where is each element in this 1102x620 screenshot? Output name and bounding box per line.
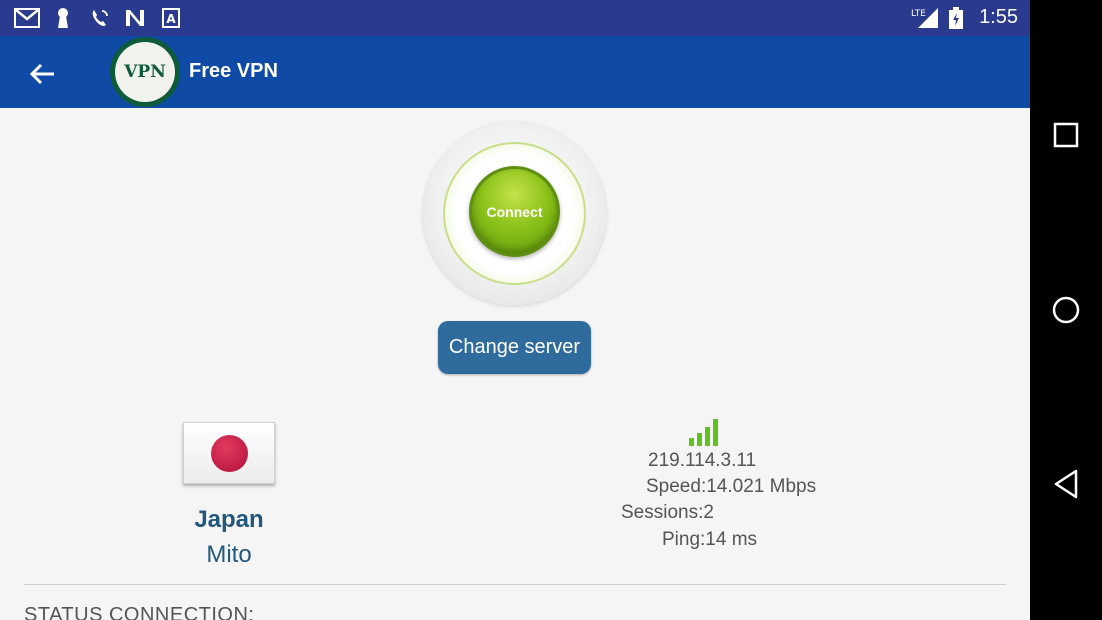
- home-button[interactable]: [1046, 290, 1086, 330]
- server-sessions: Sessions:2: [621, 502, 714, 523]
- a-icon: A: [162, 8, 180, 28]
- change-server-button[interactable]: Change server: [438, 321, 591, 374]
- app-bar: VPN Free VPN: [0, 36, 1030, 108]
- server-speed: Speed:14.021 Mbps: [646, 476, 817, 497]
- svg-text:LTE: LTE: [911, 9, 926, 19]
- country-name: Japan: [194, 506, 264, 533]
- gmail-icon: [14, 8, 40, 28]
- nav-back-button[interactable]: [1046, 464, 1086, 504]
- signal-strength-icon: [689, 418, 721, 446]
- connect-button[interactable]: Connect: [469, 166, 560, 257]
- arrow-back-icon: [29, 63, 54, 85]
- back-button[interactable]: [24, 56, 60, 92]
- server-ip: 219.114.3.11: [648, 450, 757, 471]
- svg-text:A: A: [166, 12, 176, 26]
- clock: 1:55: [979, 6, 1018, 28]
- back-icon: [1054, 469, 1078, 499]
- status-bar: A LTE 1:55: [0, 0, 1030, 36]
- battery-charging-icon: [949, 7, 963, 29]
- connect-ring: Connect: [443, 142, 586, 285]
- japan-flag-icon: [183, 422, 275, 484]
- connect-button-frame: Connect: [423, 122, 606, 305]
- wifi-calling-icon: [90, 8, 110, 28]
- logo-text: VPN: [115, 42, 175, 102]
- main-content: Connect Change server Japan Mito 219.114…: [0, 108, 1030, 620]
- app-title: Free VPN: [189, 60, 278, 82]
- divider: [24, 584, 1006, 585]
- navigation-bar: [1030, 0, 1102, 620]
- server-ping: Ping:14 ms: [662, 529, 758, 550]
- n-icon: [124, 8, 146, 28]
- status-connection-label: STATUS CONNECTION:: [24, 604, 255, 620]
- recents-button[interactable]: [1046, 115, 1086, 155]
- recents-icon: [1053, 122, 1079, 148]
- city-name: Mito: [206, 541, 252, 568]
- app-logo: VPN: [110, 37, 180, 107]
- keyhole-icon: [55, 8, 71, 28]
- signal-lte-icon: LTE: [910, 8, 940, 28]
- home-icon: [1052, 296, 1080, 324]
- flag-sun: [211, 435, 248, 472]
